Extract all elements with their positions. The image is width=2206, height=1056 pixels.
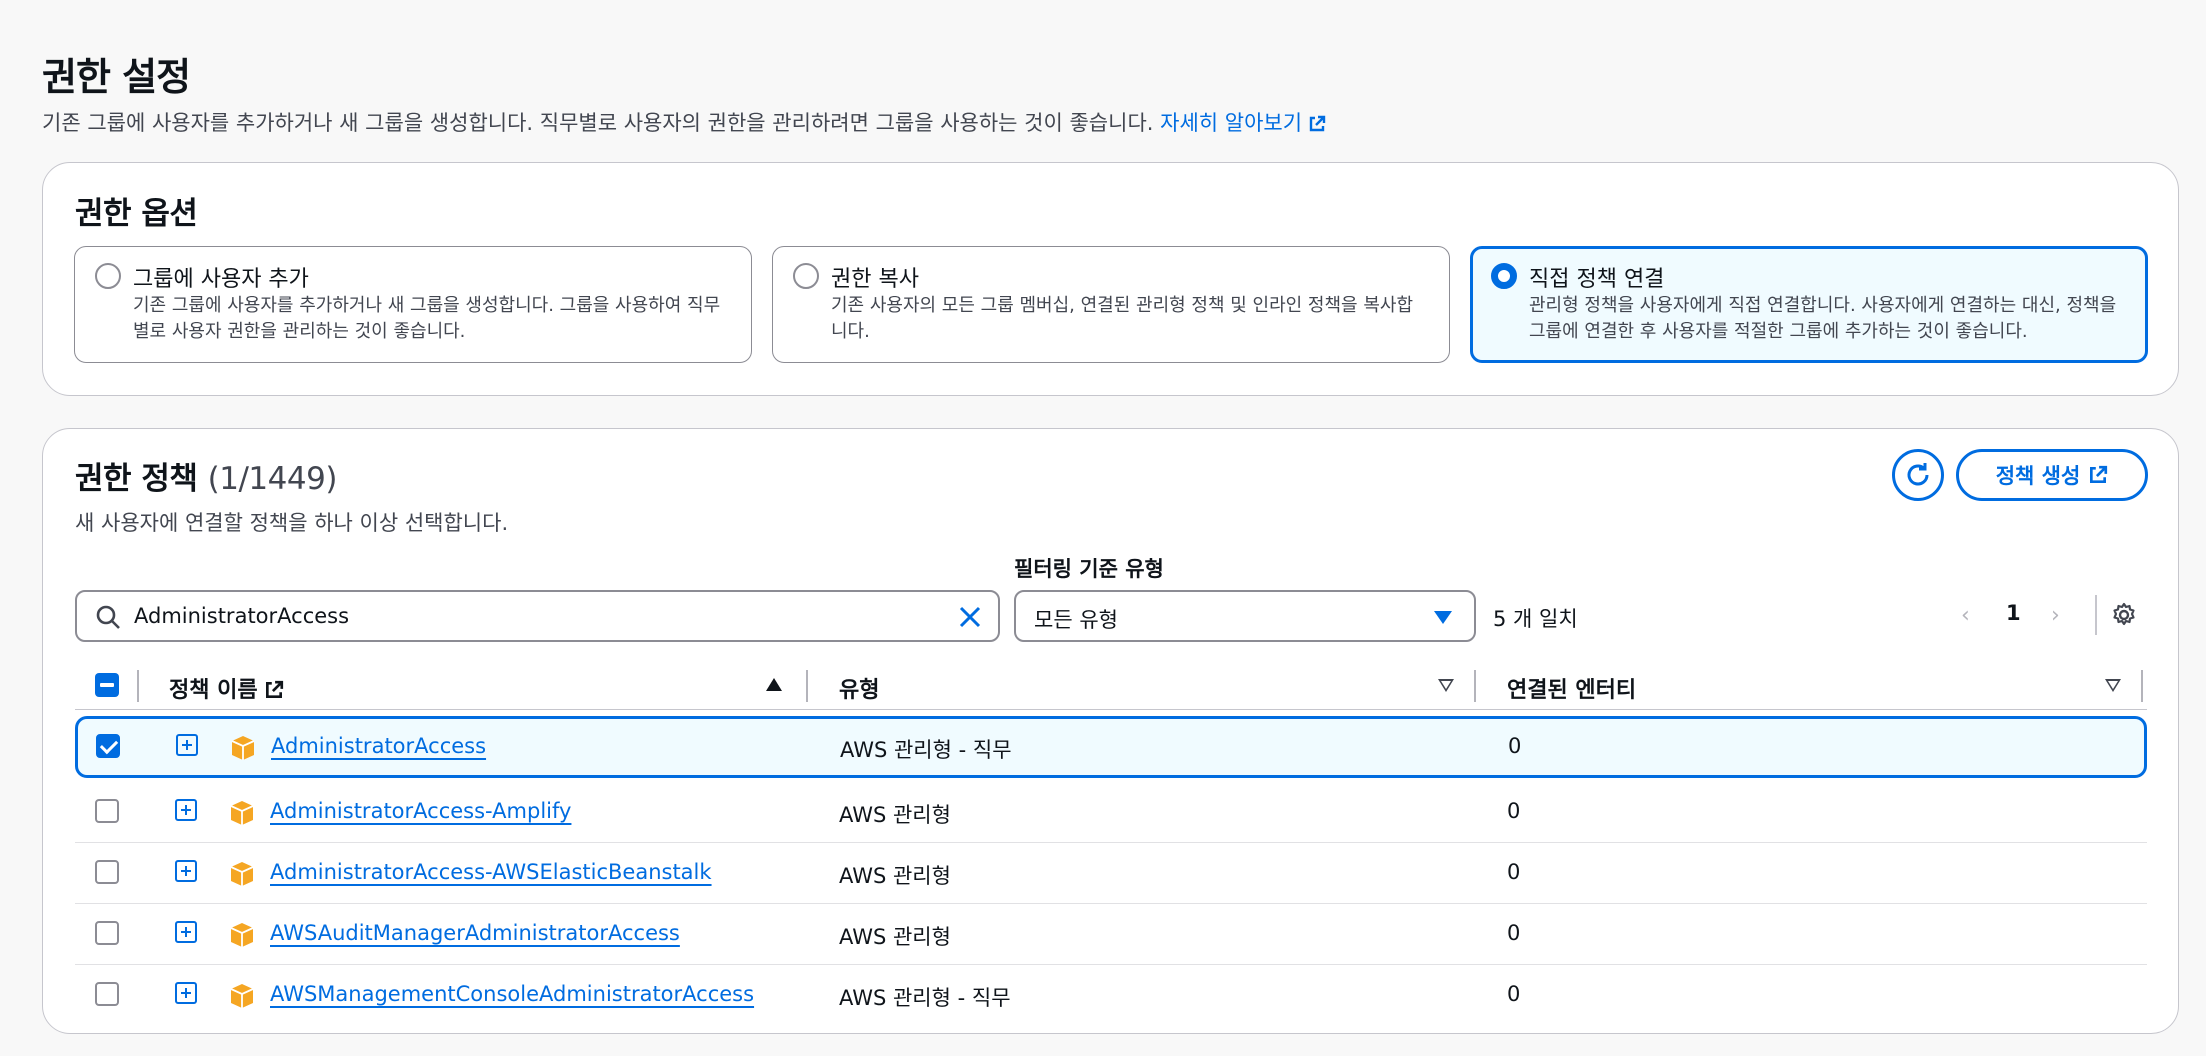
permission-options-card: 권한 옵션 그룹에 사용자 추가 기존 그룹에 사용자를 추가하거나 새 그룹을… bbox=[42, 162, 2179, 396]
table-row[interactable]: AWSManagementConsoleAdministratorAccess … bbox=[75, 965, 2147, 1026]
cube-icon bbox=[230, 862, 254, 886]
policies-title: 권한 정책 (1/1449) bbox=[75, 453, 337, 498]
gear-icon[interactable] bbox=[2110, 601, 2138, 629]
pager-next-button[interactable]: › bbox=[2051, 603, 2060, 628]
cube-icon bbox=[230, 923, 254, 947]
policy-entities: 0 bbox=[1507, 982, 1521, 1006]
search-value: AdministratorAccess bbox=[134, 604, 350, 628]
cube-icon bbox=[230, 801, 254, 825]
search-icon bbox=[96, 605, 120, 629]
option-title: 권한 복사 bbox=[831, 267, 919, 292]
table-row[interactable]: AdministratorAccess-Amplify AWS 관리형 0 bbox=[75, 782, 2147, 843]
option-description: 기존 그룹에 사용자를 추가하거나 새 그룹을 생성합니다. 그룹을 사용하여 … bbox=[133, 295, 721, 342]
table-row[interactable]: AWSAuditManagerAdministratorAccess AWS 관… bbox=[75, 904, 2147, 965]
column-divider bbox=[806, 670, 808, 702]
policy-type: AWS 관리형 bbox=[839, 803, 951, 827]
policy-link[interactable]: AdministratorAccess-AWSElasticBeanstalk bbox=[270, 860, 712, 884]
row-checkbox[interactable] bbox=[95, 982, 119, 1006]
row-checkbox[interactable] bbox=[96, 734, 120, 758]
policy-type: AWS 관리형 - 직무 bbox=[840, 738, 1012, 762]
option-title: 직접 정책 연결 bbox=[1529, 267, 1665, 292]
match-count: 5 개 일치 bbox=[1493, 607, 1578, 631]
learn-more-link[interactable]: 자세히 알아보기 bbox=[1160, 111, 1326, 135]
policy-entities: 0 bbox=[1507, 921, 1521, 945]
options-title: 권한 옵션 bbox=[75, 196, 198, 232]
pager-prev-button[interactable]: ‹ bbox=[1961, 603, 1970, 628]
page-description: 기존 그룹에 사용자를 추가하거나 새 그룹을 생성합니다. 직무별로 사용자의… bbox=[42, 107, 1326, 137]
row-checkbox[interactable] bbox=[95, 860, 119, 884]
column-divider bbox=[2141, 670, 2143, 702]
column-divider bbox=[1474, 670, 1476, 702]
external-link-icon bbox=[1309, 115, 1326, 132]
option-tile-attach-policies[interactable]: 직접 정책 연결 관리형 정책을 사용자에게 직접 연결합니다. 사용자에게 연… bbox=[1470, 246, 2148, 363]
option-title: 그룹에 사용자 추가 bbox=[133, 267, 309, 292]
pager-current-page[interactable]: 1 bbox=[2006, 601, 2021, 625]
learn-more-label: 자세히 알아보기 bbox=[1160, 111, 1303, 135]
radio-add-to-group[interactable] bbox=[95, 263, 121, 289]
column-name-label: 정책 이름 bbox=[169, 678, 258, 703]
row-checkbox[interactable] bbox=[95, 921, 119, 945]
pager-divider bbox=[2095, 595, 2097, 635]
expand-icon[interactable] bbox=[175, 921, 197, 943]
policy-type: AWS 관리형 bbox=[839, 925, 951, 949]
expand-icon[interactable] bbox=[175, 860, 197, 882]
table-row[interactable]: AdministratorAccess AWS 관리형 - 직무 0 bbox=[75, 716, 2147, 778]
column-header-type[interactable]: 유형 bbox=[839, 672, 879, 704]
refresh-button[interactable] bbox=[1892, 449, 1944, 501]
option-tile-copy-permissions[interactable]: 권한 복사 기존 사용자의 모든 그룹 멤버십, 연결된 관리형 정책 및 인라… bbox=[772, 246, 1450, 363]
policy-entities: 0 bbox=[1507, 860, 1521, 884]
option-description: 관리형 정책을 사용자에게 직접 연결합니다. 사용자에게 연결하는 대신, 정… bbox=[1529, 295, 2117, 342]
radio-copy-permissions[interactable] bbox=[793, 263, 819, 289]
refresh-icon bbox=[1907, 463, 1929, 486]
policies-title-text: 권한 정책 bbox=[75, 461, 198, 497]
sort-ascending-icon[interactable] bbox=[766, 678, 782, 691]
policy-link[interactable]: AdministratorAccess-Amplify bbox=[270, 799, 571, 823]
page-description-text: 기존 그룹에 사용자를 추가하거나 새 그룹을 생성합니다. 직무별로 사용자의… bbox=[42, 111, 1154, 135]
create-policy-label: 정책 생성 bbox=[1995, 464, 2081, 488]
permission-policies-card: 권한 정책 (1/1449) 새 사용자에 연결할 정책을 하나 이상 선택합니… bbox=[42, 428, 2179, 1034]
close-icon[interactable] bbox=[956, 603, 984, 631]
policy-link[interactable]: AWSAuditManagerAdministratorAccess bbox=[270, 921, 680, 945]
radio-attach-policies[interactable] bbox=[1491, 263, 1517, 289]
option-tile-add-to-group[interactable]: 그룹에 사용자 추가 기존 그룹에 사용자를 추가하거나 새 그룹을 생성합니다… bbox=[74, 246, 752, 363]
column-header-entities[interactable]: 연결된 엔터티 bbox=[1507, 672, 1636, 704]
expand-icon[interactable] bbox=[175, 799, 197, 821]
external-link-icon bbox=[265, 680, 283, 698]
cube-icon bbox=[231, 736, 255, 760]
policy-entities: 0 bbox=[1508, 734, 1522, 758]
column-header-name[interactable]: 정책 이름 bbox=[169, 672, 284, 704]
cube-icon bbox=[230, 984, 254, 1008]
policy-link[interactable]: AWSManagementConsoleAdministratorAccess bbox=[270, 982, 754, 1006]
caret-down-icon bbox=[1434, 611, 1452, 624]
sort-icon[interactable] bbox=[2105, 679, 2121, 692]
external-link-icon bbox=[2090, 465, 2108, 483]
row-checkbox[interactable] bbox=[95, 799, 119, 823]
table-header: 정책 이름 유형 연결된 엔터티 bbox=[75, 662, 2147, 710]
expand-icon[interactable] bbox=[175, 982, 197, 1004]
policy-link[interactable]: AdministratorAccess bbox=[271, 734, 486, 758]
policy-type: AWS 관리형 bbox=[839, 864, 951, 888]
filter-type-label: 필터링 기준 유형 bbox=[1014, 557, 1164, 581]
policy-entities: 0 bbox=[1507, 799, 1521, 823]
policy-search-input[interactable]: AdministratorAccess bbox=[75, 590, 1000, 642]
create-policy-button[interactable]: 정책 생성 bbox=[1956, 449, 2148, 501]
table-row[interactable]: AdministratorAccess-AWSElasticBeanstalk … bbox=[75, 843, 2147, 904]
filter-type-value: 모든 유형 bbox=[1034, 608, 1118, 632]
policies-description: 새 사용자에 연결할 정책을 하나 이상 선택합니다. bbox=[75, 511, 509, 535]
column-divider bbox=[137, 670, 139, 702]
filter-type-select[interactable]: 모든 유형 bbox=[1014, 590, 1476, 642]
option-description: 기존 사용자의 모든 그룹 멤버십, 연결된 관리형 정책 및 인라인 정책을 … bbox=[831, 295, 1414, 342]
page-title: 권한 설정 bbox=[42, 55, 191, 99]
policy-type: AWS 관리형 - 직무 bbox=[839, 986, 1011, 1010]
expand-icon[interactable] bbox=[176, 734, 198, 756]
select-all-checkbox[interactable] bbox=[95, 673, 119, 697]
policies-count: (1/1449) bbox=[207, 461, 338, 497]
sort-icon[interactable] bbox=[1438, 679, 1454, 692]
